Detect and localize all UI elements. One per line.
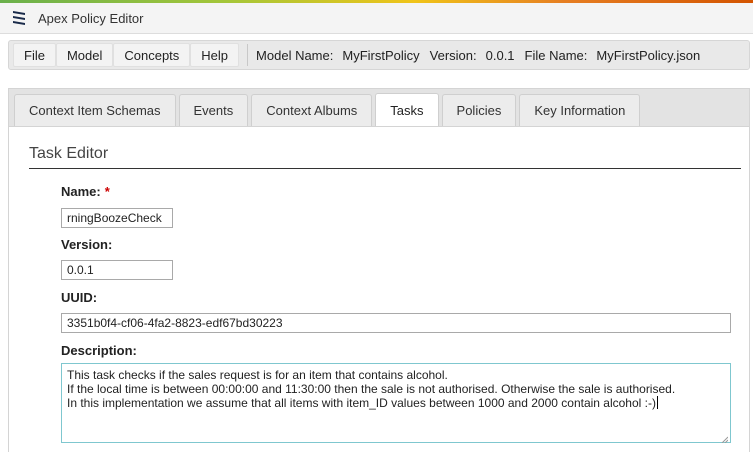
- name-label-text: Name:: [61, 184, 101, 199]
- toolbar-divider: [247, 44, 249, 66]
- tab-context-item-schemas[interactable]: Context Item Schemas: [14, 94, 176, 126]
- description-textarea[interactable]: This task checks if the sales request is…: [61, 363, 731, 444]
- version-field-label: Version:: [61, 237, 113, 252]
- tab-bar: Context Item Schemas Events Context Albu…: [8, 88, 750, 126]
- app-title: Apex Policy Editor: [38, 10, 144, 26]
- page-title: Task Editor: [29, 145, 109, 162]
- tab-tasks[interactable]: Tasks: [375, 93, 439, 126]
- menu-help-button[interactable]: Help: [190, 43, 240, 67]
- toolbar: File Model Concepts Help Model Name: MyF…: [8, 40, 750, 70]
- model-info: Model Name: MyFirstPolicy Version: 0.0.1…: [256, 48, 710, 63]
- menu-model-button[interactable]: Model: [55, 43, 114, 67]
- uuid-field[interactable]: 3351b0f4-cf06-4fa2-8823-edf67bd30223: [61, 313, 731, 333]
- tab-policies[interactable]: Policies: [441, 94, 517, 126]
- title-divider: [29, 168, 741, 169]
- version-field[interactable]: 0.0.1: [61, 260, 173, 280]
- text-caret: [656, 396, 658, 409]
- resize-grip-icon[interactable]: [720, 432, 729, 444]
- description-line: If the local time is between 00:00:00 an…: [67, 382, 676, 396]
- task-editor-panel: Task Editor Name: * rningBoozeCheck Versi…: [8, 126, 750, 452]
- uuid-label: UUID:: [61, 290, 98, 305]
- model-name-label: Model Name:: [256, 47, 334, 63]
- description-label: Description:: [61, 343, 137, 358]
- version-value: 0.0.1: [485, 47, 515, 63]
- model-name-value: MyFirstPolicy: [342, 47, 420, 63]
- description-line-text: In this implementation we assume that al…: [67, 396, 656, 410]
- file-name-label: File Name:: [524, 47, 588, 63]
- tab-key-information[interactable]: Key Information: [519, 94, 641, 126]
- apex-logo-icon: [8, 7, 30, 29]
- required-marker: *: [104, 184, 110, 199]
- tab-events[interactable]: Events: [178, 94, 249, 126]
- description-line: In this implementation we assume that al…: [67, 396, 725, 410]
- menu-concepts-button[interactable]: Concepts: [113, 43, 191, 67]
- name-label: Name: *: [61, 184, 110, 199]
- menu-file-button[interactable]: File: [13, 43, 56, 67]
- name-field[interactable]: rningBoozeCheck: [61, 208, 173, 228]
- file-name-value: MyFirstPolicy.json: [596, 47, 701, 63]
- version-label: Version:: [429, 47, 477, 63]
- title-bar: Apex Policy Editor: [0, 3, 753, 34]
- description-line: This task checks if the sales request is…: [67, 368, 448, 382]
- tab-context-albums[interactable]: Context Albums: [251, 94, 373, 126]
